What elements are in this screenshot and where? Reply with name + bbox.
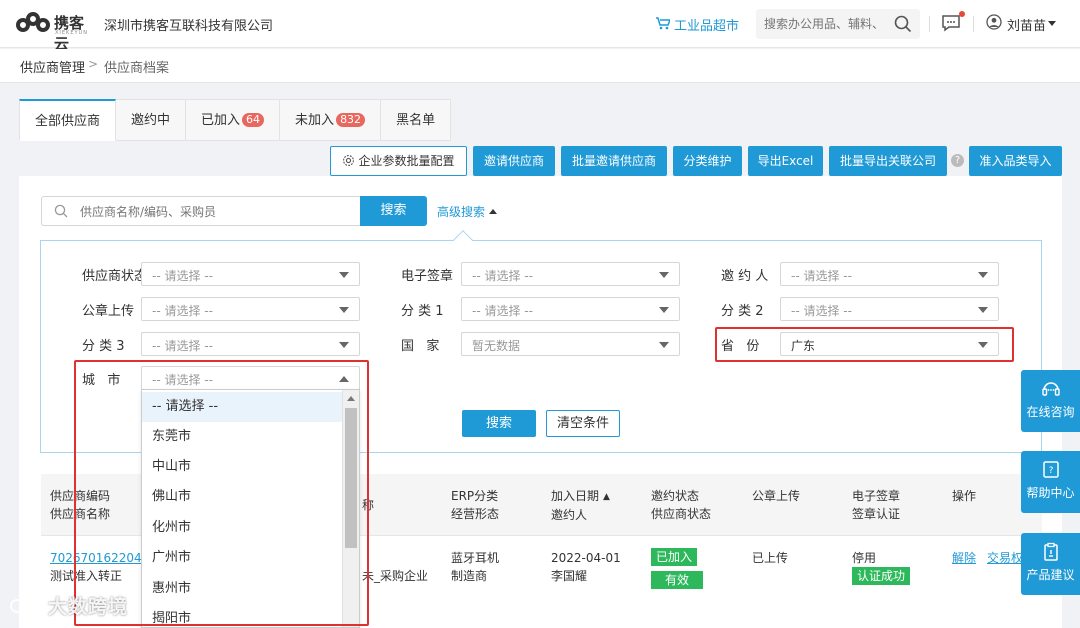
col-header-esign: 电子签章 签章认证	[852, 489, 901, 521]
advanced-search-button[interactable]: 搜索	[462, 410, 536, 437]
esign-cell: 停用	[852, 551, 877, 565]
supplier-name-partial: 未_采购企业	[362, 569, 429, 583]
divider	[973, 16, 974, 32]
category1-select[interactable]: -- 请选择 --	[461, 297, 680, 321]
batch-invite-button[interactable]: 批量邀请供应商	[561, 146, 667, 176]
tab-joined[interactable]: 已加入 64	[186, 99, 281, 141]
supplier-tabs: 全部供应商 邀约中 已加入 64 未加入 832 黑名单	[19, 99, 452, 141]
status-select[interactable]: -- 请选择 --	[141, 262, 360, 286]
dropdown-arrow-icon	[659, 272, 669, 278]
dropdown-arrow-icon	[339, 272, 349, 278]
dropdown-arrow-icon	[659, 342, 669, 348]
filter-label-esign: 电子签章	[401, 269, 454, 284]
tab-blacklist[interactable]: 黑名单	[381, 99, 452, 141]
count-badge: 832	[336, 113, 366, 127]
seal-cell: 已上传	[752, 551, 789, 565]
dropdown-arrow-icon	[659, 307, 669, 313]
batch-config-button[interactable]: 企业参数批量配置	[330, 146, 467, 176]
global-search	[756, 9, 920, 39]
breadcrumb-separator: >	[88, 57, 99, 71]
esign-select[interactable]: -- 请选择 --	[461, 262, 680, 286]
gear-icon	[343, 155, 355, 166]
shop-link[interactable]: 工业品超市	[656, 15, 739, 34]
logo[interactable]: 携客云 XIEKEYUN	[16, 10, 94, 53]
global-search-input[interactable]	[764, 15, 882, 33]
online-consult-button[interactable]: 在线咨询	[1021, 370, 1080, 432]
dropdown-arrow-icon	[978, 272, 988, 278]
notification-dot	[959, 11, 965, 17]
filter-label-category2: 分 类 2	[721, 304, 764, 319]
breadcrumb: 供应商管理 > 供应商档案	[0, 49, 1080, 83]
watermark-logo-icon	[10, 598, 44, 613]
dropdown-arrow-icon	[339, 307, 349, 313]
sort-icon[interactable]: ▲	[603, 488, 610, 506]
tab-all-suppliers[interactable]: 全部供应商	[19, 99, 117, 141]
invite-supplier-button[interactable]: 邀请供应商	[473, 146, 555, 176]
filter-label-inviter: 邀 约 人	[721, 269, 769, 284]
esign-cert-badge: 认证成功	[852, 567, 911, 585]
join-date-cell: 2022-04-01 李国耀	[551, 551, 621, 583]
tab-not-joined[interactable]: 未加入 832	[280, 99, 382, 141]
product-suggest-button[interactable]: 产品建议	[1021, 533, 1080, 595]
export-excel-button[interactable]: 导出Excel	[748, 146, 823, 176]
top-header: 携客云 XIEKEYUN 深圳市携客互联科技有限公司 工业品超市 刘苗苗	[0, 0, 1080, 53]
watermark: 大数跨境	[8, 592, 128, 619]
dropdown-arrow-icon	[978, 307, 988, 313]
breadcrumb-item-supplier-archive: 供应商档案	[104, 61, 170, 76]
filter-label-country: 国 家	[401, 339, 440, 354]
cart-icon	[656, 17, 670, 30]
filter-label-status: 供应商状态	[82, 269, 148, 284]
unbind-link[interactable]: 解除	[952, 549, 976, 567]
company-name: 深圳市携客互联科技有限公司	[104, 19, 274, 34]
category-import-button[interactable]: 准入品类导入	[969, 146, 1062, 176]
filter-label-category3: 分 类 3	[82, 339, 125, 354]
category2-select[interactable]: -- 请选择 --	[780, 297, 999, 321]
svg-text:?: ?	[1048, 466, 1053, 476]
inviter-select[interactable]: -- 请选择 --	[780, 262, 999, 286]
caret-up-icon	[489, 209, 498, 214]
clipboard-icon	[1043, 542, 1058, 561]
erp-cell: 蓝牙耳机 制造商	[451, 551, 500, 583]
col-header-erp: ERP分类 经营形态	[451, 489, 500, 521]
batch-export-button[interactable]: 批量导出关联公司	[829, 146, 947, 176]
count-badge: 64	[242, 113, 265, 127]
headset-icon	[1041, 382, 1060, 396]
help-doc-icon: ?	[1042, 461, 1059, 478]
tab-inviting[interactable]: 邀约中	[116, 99, 187, 141]
col-header-ops: 操作	[952, 489, 977, 503]
category3-select[interactable]: -- 请选择 --	[141, 332, 360, 356]
supplier-status-badge: 有效	[651, 571, 704, 589]
category-maintain-button[interactable]: 分类维护	[673, 146, 742, 176]
filter-label-seal: 公章上传	[82, 304, 135, 319]
trade-permission-link[interactable]: 交易权	[987, 549, 1023, 567]
username[interactable]: 刘苗苗	[1007, 15, 1046, 34]
invite-status-badge: 已加入	[651, 548, 698, 566]
help-center-button[interactable]: ? 帮助中心	[1021, 451, 1080, 513]
user-avatar-icon[interactable]	[986, 14, 1002, 30]
seal-select[interactable]: -- 请选择 --	[141, 297, 360, 321]
divider	[929, 16, 930, 32]
chevron-down-icon[interactable]	[1048, 21, 1056, 26]
highlight-box-city	[74, 360, 369, 626]
filter-label-category1: 分 类 1	[401, 304, 444, 319]
supplier-search	[41, 196, 361, 226]
logo-icon	[16, 12, 52, 36]
supplier-search-input[interactable]	[80, 203, 350, 221]
highlight-box-province	[715, 327, 1014, 362]
col-header-join-date[interactable]: 加入日期 ▲ 邀约人	[551, 487, 610, 524]
search-icon[interactable]	[894, 15, 912, 33]
country-select[interactable]: 暂无数据	[461, 332, 680, 356]
col-header-seal: 公章上传	[752, 489, 801, 503]
logo-subtext: XIEKEYUN	[55, 30, 88, 36]
shop-label: 工业品超市	[674, 19, 740, 34]
help-question-icon[interactable]: ?	[951, 154, 964, 167]
clear-filters-button[interactable]: 清空条件	[546, 410, 620, 437]
search-button[interactable]: 搜索	[360, 196, 427, 226]
breadcrumb-item-supplier-management[interactable]: 供应商管理	[20, 57, 85, 76]
col-header-invite-status: 邀约状态 供应商状态	[651, 489, 712, 521]
dropdown-arrow-icon	[339, 342, 349, 348]
advanced-search-toggle[interactable]: 高级搜索	[437, 203, 498, 220]
search-icon	[54, 204, 68, 218]
message-icon[interactable]	[941, 14, 961, 32]
